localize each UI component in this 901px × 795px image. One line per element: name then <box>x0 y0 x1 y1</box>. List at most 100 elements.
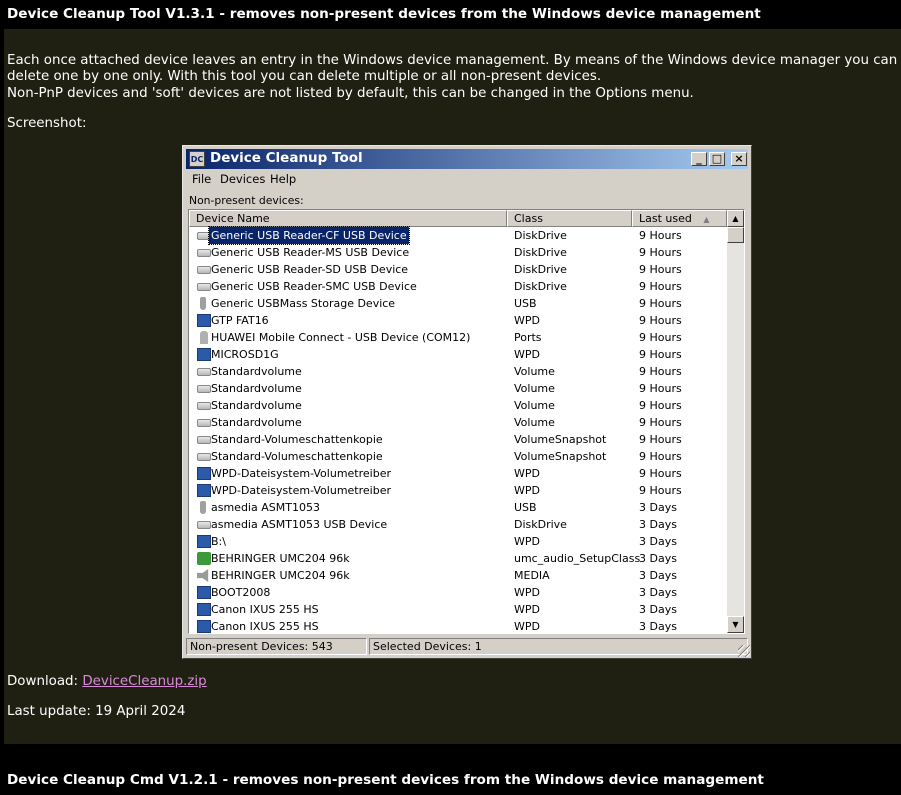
device-class: USB <box>514 501 537 514</box>
table-row[interactable]: Standard-Volumeschattenkopie VolumeSnapsh… <box>189 448 727 465</box>
scroll-thumb[interactable] <box>727 227 744 243</box>
device-name: MICROSD1G <box>211 348 279 361</box>
device-name: asmedia ASMT1053 <box>211 501 320 514</box>
menu-devices[interactable]: Devices <box>220 172 265 186</box>
table-row[interactable]: WPD-Dateisystem-Volumetreiber WPD 9 Hours <box>189 482 727 499</box>
table-row[interactable]: Generic USB Reader-CF USB Device DiskDriv… <box>189 226 727 245</box>
wpd-icon <box>197 620 211 633</box>
table-row[interactable]: HUAWEI Mobile Connect - USB Device (COM1… <box>189 329 727 346</box>
device-last-used: 3 Days <box>639 603 677 616</box>
table-row[interactable]: GTP FAT16 WPD 9 Hours <box>189 312 727 329</box>
device-class: WPD <box>514 348 540 361</box>
maximize-button[interactable]: □ <box>709 152 725 166</box>
table-row[interactable]: BEHRINGER UMC204 96k MEDIA 3 Days <box>189 567 727 584</box>
device-name: Standardvolume <box>211 399 302 412</box>
table-row[interactable]: Standardvolume Volume 9 Hours <box>189 397 727 414</box>
scroll-down-button[interactable]: ▼ <box>727 616 744 633</box>
table-row[interactable]: Generic USB Reader-SD USB Device DiskDriv… <box>189 261 727 278</box>
download-line: Download: DeviceCleanup.zip <box>7 674 207 689</box>
umc-icon <box>197 552 211 565</box>
table-row[interactable]: Standardvolume Volume 9 Hours <box>189 363 727 380</box>
vertical-scrollbar[interactable]: ▲ ▼ <box>727 210 744 633</box>
device-last-used: 3 Days <box>639 586 677 599</box>
column-header-name[interactable]: Device Name <box>189 210 507 227</box>
device-last-used: 3 Days <box>639 620 677 633</box>
wpd-icon <box>197 603 211 616</box>
device-class: Ports <box>514 331 542 344</box>
device-name: Generic USB Reader-MS USB Device <box>211 246 410 259</box>
table-row[interactable]: Canon IXUS 255 HS WPD 3 Days <box>189 601 727 618</box>
device-class: DiskDrive <box>514 280 567 293</box>
device-class: MEDIA <box>514 569 550 582</box>
table-row[interactable]: Generic USB Reader-MS USB Device DiskDriv… <box>189 244 727 261</box>
wpd-icon <box>197 314 211 327</box>
section-title-tool: Device Cleanup Tool V1.3.1 - removes non… <box>0 0 901 29</box>
device-class: WPD <box>514 314 540 327</box>
wpd-icon <box>197 484 211 497</box>
column-header-last-used-label: Last used <box>639 212 692 225</box>
table-row[interactable]: Standard-Volumeschattenkopie VolumeSnapsh… <box>189 431 727 448</box>
device-name: WPD-Dateisystem-Volumetreiber <box>211 467 391 480</box>
device-class: Volume <box>514 382 555 395</box>
device-name: B:\ <box>211 535 226 548</box>
column-header-class[interactable]: Class <box>507 210 632 227</box>
minimize-button[interactable]: _ <box>691 152 707 166</box>
table-row[interactable]: B:\ WPD 3 Days <box>189 533 727 550</box>
device-last-used: 3 Days <box>639 569 677 582</box>
device-name: Canon IXUS 255 HS <box>211 620 319 633</box>
menu-file[interactable]: File <box>192 172 211 186</box>
menu-help[interactable]: Help <box>270 172 296 186</box>
table-row[interactable]: BOOT2008 WPD 3 Days <box>189 584 727 601</box>
device-class: DiskDrive <box>514 246 567 259</box>
table-row[interactable]: Canon IXUS 255 HS WPD 3 Days <box>189 618 727 633</box>
title-bar[interactable]: DC Device Cleanup Tool _ □ × <box>186 149 748 169</box>
wpd-icon <box>197 467 211 480</box>
screenshot-label: Screenshot: <box>7 116 87 131</box>
table-row[interactable]: WPD-Dateisystem-Volumetreiber WPD 9 Hours <box>189 465 727 482</box>
device-class: WPD <box>514 586 540 599</box>
table-row[interactable]: BEHRINGER UMC204 96k umc_audio_SetupClass… <box>189 550 727 567</box>
device-last-used: 9 Hours <box>639 467 682 480</box>
device-class: WPD <box>514 535 540 548</box>
app-icon: DC <box>189 151 205 167</box>
device-class: WPD <box>514 484 540 497</box>
device-name: asmedia ASMT1053 USB Device <box>211 518 388 531</box>
port-icon <box>200 331 208 344</box>
download-link[interactable]: DeviceCleanup.zip <box>82 674 206 689</box>
wpd-icon <box>197 586 211 599</box>
resize-grip-icon[interactable] <box>738 645 750 657</box>
table-row[interactable]: asmedia ASMT1053 USB Device DiskDrive 3 Da… <box>189 516 727 533</box>
status-selected-count: Selected Devices: 1 <box>369 638 748 655</box>
drive-icon <box>197 521 211 529</box>
device-class: DiskDrive <box>514 229 567 242</box>
scroll-up-button[interactable]: ▲ <box>727 210 744 227</box>
table-row[interactable]: Generic USB Reader-SMC USB Device DiskDri… <box>189 278 727 295</box>
device-name: Standardvolume <box>211 365 302 378</box>
device-name: Generic USB Reader-CF USB Device <box>208 226 410 245</box>
wpd-icon <box>197 348 211 361</box>
drive-icon <box>197 436 211 444</box>
table-row[interactable]: Standardvolume Volume 9 Hours <box>189 380 727 397</box>
device-class: WPD <box>514 467 540 480</box>
drive-icon <box>197 283 211 291</box>
drive-icon <box>197 249 211 257</box>
device-class: Volume <box>514 416 555 429</box>
section-title-cmd: Device Cleanup Cmd V1.2.1 - removes non-… <box>0 766 901 795</box>
device-class: DiskDrive <box>514 263 567 276</box>
column-header-last-used[interactable]: Last used ▲ <box>632 210 727 227</box>
speaker-icon <box>197 569 209 582</box>
device-name: Canon IXUS 255 HS <box>211 603 319 616</box>
table-row[interactable]: Generic USBMass Storage Device USB 9 Hours <box>189 295 727 312</box>
device-class: USB <box>514 297 537 310</box>
table-row[interactable]: asmedia ASMT1053 USB 3 Days <box>189 499 727 516</box>
device-last-used: 9 Hours <box>639 314 682 327</box>
device-name: Standardvolume <box>211 382 302 395</box>
device-last-used: 9 Hours <box>639 331 682 344</box>
device-last-used: 9 Hours <box>639 484 682 497</box>
table-row[interactable]: Standardvolume Volume 9 Hours <box>189 414 727 431</box>
device-name: Standard-Volumeschattenkopie <box>211 450 383 463</box>
device-list[interactable]: Device Name Class Last used ▲ Generic US… <box>188 209 745 634</box>
device-class: WPD <box>514 620 540 633</box>
table-row[interactable]: MICROSD1G WPD 9 Hours <box>189 346 727 363</box>
close-button[interactable]: × <box>731 152 747 166</box>
